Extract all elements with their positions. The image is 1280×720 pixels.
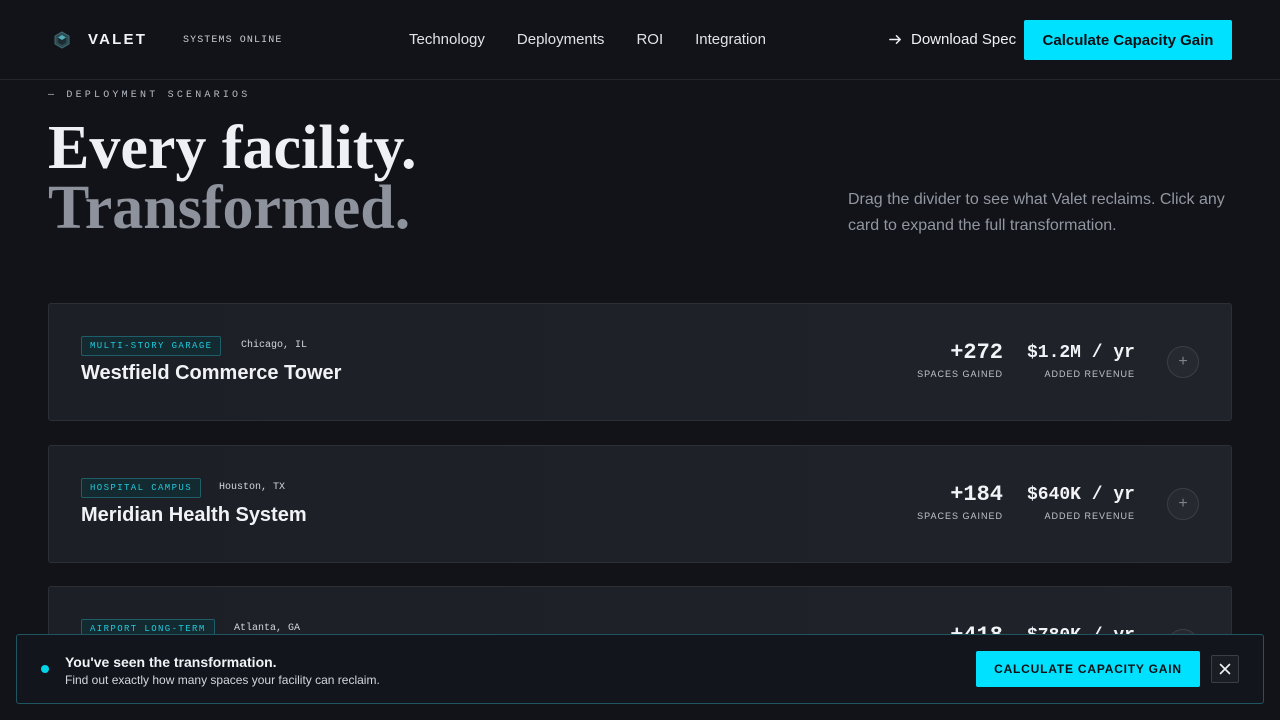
facility-name: Meridian Health System xyxy=(81,504,307,526)
toast-calculate-button[interactable]: CALCULATE CAPACITY GAIN xyxy=(976,651,1200,687)
facility-type-tag: HOSPITAL CAMPUS xyxy=(81,478,202,498)
expand-card-button[interactable]: + xyxy=(1167,488,1199,520)
deployment-card[interactable]: HOSPITAL CAMPUS Houston, TX Meridian Hea… xyxy=(48,445,1232,563)
spaces-gained-stat: +184 SPACES GAINED xyxy=(917,482,1003,521)
spaces-gained-label: SPACES GAINED xyxy=(917,369,1003,379)
nav-link-deployments[interactable]: Deployments xyxy=(517,31,605,48)
close-icon xyxy=(1219,663,1231,675)
spaces-gained-label: SPACES GAINED xyxy=(917,511,1003,521)
hero-description: Drag the divider to see what Valet recla… xyxy=(848,191,1225,234)
brand-name[interactable]: VALET xyxy=(88,31,147,48)
spaces-gained-value: +272 xyxy=(950,340,1003,365)
deployment-card[interactable]: MULTI-STORY GARAGE Chicago, IL Westfield… xyxy=(48,303,1232,421)
expand-card-button[interactable]: + xyxy=(1167,346,1199,378)
download-spec-link[interactable]: Download Spec xyxy=(888,31,1016,48)
spaces-gained-value: +184 xyxy=(950,482,1003,507)
facility-location: Houston, TX xyxy=(219,482,286,493)
added-revenue-label: ADDED REVENUE xyxy=(1044,511,1135,521)
headline-line-2: Transformed. xyxy=(48,174,411,242)
headline-line-1: Every facility. xyxy=(48,114,417,182)
toast-title: You've seen the transformation. xyxy=(65,654,277,670)
status-dot xyxy=(41,665,49,673)
facility-location: Atlanta, GA xyxy=(234,623,301,634)
added-revenue-label: ADDED REVENUE xyxy=(1044,369,1135,379)
nav-link-technology[interactable]: Technology xyxy=(409,31,485,48)
added-revenue-stat: $1.2M / yr ADDED REVENUE xyxy=(1027,340,1135,379)
nav-link-roi[interactable]: ROI xyxy=(636,31,663,48)
calculate-capacity-button[interactable]: Calculate Capacity Gain xyxy=(1024,20,1232,60)
hexagon-logo-icon[interactable] xyxy=(53,31,71,49)
nav-link-integration[interactable]: Integration xyxy=(695,31,766,48)
cta-toast: You've seen the transformation. Find out… xyxy=(16,634,1264,704)
arrow-right-icon xyxy=(889,35,901,44)
toast-subtitle: Find out exactly how many spaces your fa… xyxy=(65,673,380,687)
nav-links: Technology Deployments ROI Integration xyxy=(409,31,766,48)
toast-close-button[interactable] xyxy=(1211,655,1239,683)
system-status: SYSTEMS ONLINE xyxy=(183,35,283,46)
facility-location: Chicago, IL xyxy=(241,340,308,351)
added-revenue-stat: $640K / yr ADDED REVENUE xyxy=(1027,482,1135,521)
added-revenue-value: $640K / yr xyxy=(1026,485,1135,505)
spaces-gained-stat: +272 SPACES GAINED xyxy=(917,340,1003,379)
facility-name: Westfield Commerce Tower xyxy=(81,362,342,384)
added-revenue-value: $1.2M / yr xyxy=(1026,343,1135,363)
plus-icon: + xyxy=(1178,353,1188,370)
facility-type-tag: MULTI-STORY GARAGE xyxy=(81,336,222,356)
download-spec-label: Download Spec xyxy=(911,31,1017,48)
top-nav: VALET SYSTEMS ONLINE Technology Deployme… xyxy=(0,0,1280,80)
section-eyebrow: — DEPLOYMENT SCENARIOS xyxy=(48,90,251,101)
plus-icon: + xyxy=(1178,495,1188,512)
page-title: Every facility. Transformed. xyxy=(48,114,417,242)
